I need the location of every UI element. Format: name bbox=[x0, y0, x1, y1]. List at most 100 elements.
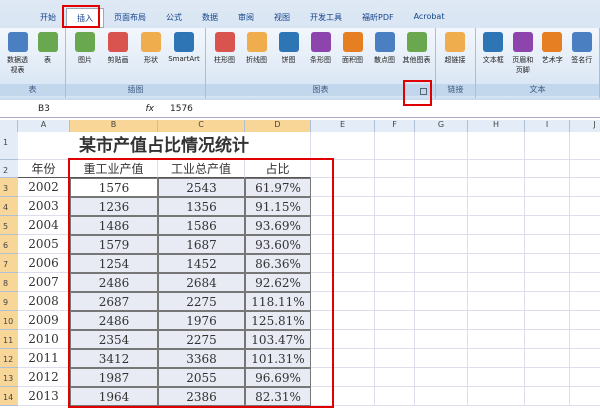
row-header[interactable]: 6 bbox=[0, 235, 18, 254]
table-cell[interactable]: 2005 bbox=[18, 235, 70, 254]
tab-7[interactable]: 开发工具 bbox=[300, 8, 352, 28]
empty-cell[interactable] bbox=[468, 311, 525, 330]
empty-cell[interactable] bbox=[375, 235, 415, 254]
empty-cell[interactable] bbox=[570, 349, 600, 368]
table-cell[interactable]: 2010 bbox=[18, 330, 70, 349]
empty-cell[interactable] bbox=[415, 368, 468, 387]
empty-cell[interactable] bbox=[468, 178, 525, 197]
tab-0[interactable]: 开始 bbox=[30, 8, 66, 28]
column-header-H[interactable]: H bbox=[468, 120, 525, 132]
tab-9[interactable]: Acrobat bbox=[404, 8, 455, 28]
ribbon-button[interactable]: 散点图 bbox=[370, 32, 399, 65]
empty-cell[interactable] bbox=[525, 349, 570, 368]
empty-cell[interactable] bbox=[525, 368, 570, 387]
empty-cell[interactable] bbox=[525, 178, 570, 197]
tab-4[interactable]: 数据 bbox=[192, 8, 228, 28]
empty-cell[interactable] bbox=[375, 216, 415, 235]
empty-cell[interactable] bbox=[375, 273, 415, 292]
empty-cell[interactable] bbox=[415, 311, 468, 330]
ribbon-button[interactable]: 文本框 bbox=[480, 32, 507, 75]
empty-cell[interactable] bbox=[468, 254, 525, 273]
empty-cell[interactable] bbox=[468, 387, 525, 406]
table-cell[interactable]: 2007 bbox=[18, 273, 70, 292]
empty-cell[interactable] bbox=[525, 160, 570, 178]
empty-cell[interactable] bbox=[570, 197, 600, 216]
ribbon-button[interactable]: 折线图 bbox=[242, 32, 271, 65]
empty-cell[interactable] bbox=[570, 216, 600, 235]
empty-cell[interactable] bbox=[468, 235, 525, 254]
column-header-C[interactable]: C bbox=[158, 120, 245, 132]
table-cell[interactable]: 2008 bbox=[18, 292, 70, 311]
empty-cell[interactable] bbox=[525, 292, 570, 311]
ribbon-button[interactable]: 艺术字 bbox=[539, 32, 566, 75]
empty-cell[interactable] bbox=[375, 349, 415, 368]
empty-cell[interactable] bbox=[468, 216, 525, 235]
empty-cell[interactable] bbox=[468, 160, 525, 178]
row-header[interactable]: 11 bbox=[0, 330, 18, 349]
empty-cell[interactable] bbox=[375, 311, 415, 330]
empty-cell[interactable] bbox=[525, 254, 570, 273]
empty-cell[interactable] bbox=[415, 160, 468, 178]
empty-cell[interactable] bbox=[375, 254, 415, 273]
column-header-J[interactable]: J bbox=[570, 120, 600, 132]
empty-cell[interactable] bbox=[570, 330, 600, 349]
ribbon-button[interactable]: 面积图 bbox=[338, 32, 367, 65]
row-header[interactable]: 10 bbox=[0, 311, 18, 330]
table-cell[interactable]: 2011 bbox=[18, 349, 70, 368]
ribbon-button[interactable]: 表 bbox=[34, 32, 61, 75]
fx-icon[interactable]: fx bbox=[100, 104, 160, 114]
empty-cell[interactable] bbox=[570, 387, 600, 406]
row-header[interactable]: 2 bbox=[0, 160, 18, 178]
row-header[interactable]: 13 bbox=[0, 368, 18, 387]
empty-cell[interactable] bbox=[570, 160, 600, 178]
table-cell[interactable]: 2004 bbox=[18, 216, 70, 235]
empty-cell[interactable] bbox=[415, 178, 468, 197]
table-cell[interactable]: 2002 bbox=[18, 178, 70, 197]
empty-cell[interactable] bbox=[570, 178, 600, 197]
column-header-G[interactable]: G bbox=[415, 120, 468, 132]
table-cell[interactable]: 2013 bbox=[18, 387, 70, 406]
table-cell[interactable]: 2006 bbox=[18, 254, 70, 273]
empty-cell[interactable] bbox=[415, 254, 468, 273]
empty-cell[interactable] bbox=[415, 349, 468, 368]
empty-cell[interactable] bbox=[375, 330, 415, 349]
ribbon-button[interactable]: 饼图 bbox=[274, 32, 303, 65]
empty-cell[interactable] bbox=[415, 387, 468, 406]
empty-cell[interactable] bbox=[570, 311, 600, 330]
empty-cell[interactable] bbox=[468, 132, 525, 160]
empty-cell[interactable] bbox=[375, 387, 415, 406]
tab-3[interactable]: 公式 bbox=[156, 8, 192, 28]
empty-cell[interactable] bbox=[570, 132, 600, 160]
table-cell[interactable]: 2009 bbox=[18, 311, 70, 330]
empty-cell[interactable] bbox=[311, 132, 375, 160]
empty-cell[interactable] bbox=[415, 330, 468, 349]
select-all-corner[interactable] bbox=[0, 120, 18, 132]
empty-cell[interactable] bbox=[375, 292, 415, 311]
empty-cell[interactable] bbox=[375, 160, 415, 178]
empty-cell[interactable] bbox=[570, 254, 600, 273]
ribbon-button[interactable]: 条形图 bbox=[306, 32, 335, 65]
empty-cell[interactable] bbox=[525, 216, 570, 235]
empty-cell[interactable] bbox=[468, 197, 525, 216]
empty-cell[interactable] bbox=[525, 235, 570, 254]
ribbon-button[interactable]: 柱形图 bbox=[210, 32, 239, 65]
empty-cell[interactable] bbox=[570, 368, 600, 387]
row-header[interactable]: 8 bbox=[0, 273, 18, 292]
empty-cell[interactable] bbox=[468, 273, 525, 292]
empty-cell[interactable] bbox=[415, 132, 468, 160]
empty-cell[interactable] bbox=[415, 292, 468, 311]
column-header-B[interactable]: B bbox=[70, 120, 158, 132]
empty-cell[interactable] bbox=[570, 292, 600, 311]
row-header[interactable]: 1 bbox=[0, 132, 18, 160]
row-header[interactable]: 5 bbox=[0, 216, 18, 235]
table-cell[interactable]: 2003 bbox=[18, 197, 70, 216]
empty-cell[interactable] bbox=[375, 132, 415, 160]
ribbon-button[interactable]: SmartArt bbox=[168, 32, 200, 65]
formula-input[interactable]: 1576 bbox=[160, 104, 193, 114]
empty-cell[interactable] bbox=[415, 235, 468, 254]
ribbon-button[interactable]: 图片 bbox=[70, 32, 100, 65]
empty-cell[interactable] bbox=[525, 273, 570, 292]
row-header[interactable]: 9 bbox=[0, 292, 18, 311]
tab-5[interactable]: 审阅 bbox=[228, 8, 264, 28]
empty-cell[interactable] bbox=[375, 197, 415, 216]
